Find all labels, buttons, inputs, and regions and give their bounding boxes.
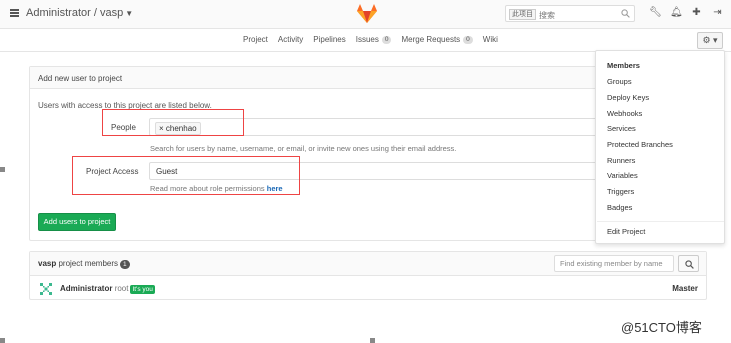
chevron-down-icon[interactable]: ▼ [125, 9, 133, 18]
breadcrumb[interactable]: Administrator / vasp ▼ [26, 7, 133, 19]
nav-issues-label[interactable]: Issues [356, 35, 379, 44]
member-full-name[interactable]: Administrator [60, 284, 112, 293]
project-members-panel: vasp project members 1 Find existing memb… [29, 251, 707, 300]
menu-item-groups[interactable]: Groups [607, 77, 632, 86]
menu-item-badges[interactable]: Badges [607, 203, 632, 212]
highlight-project-access [72, 156, 300, 195]
its-you-badge: It's you [130, 285, 155, 294]
resize-handle-bottom-left [0, 338, 5, 343]
top-navbar: Administrator / vasp ▼ 此项目 搜索 🔧︎ 🔔︎ ✚ ⇥ [0, 0, 731, 29]
resize-handle-left [0, 167, 5, 172]
find-member-input[interactable]: Find existing member by name [554, 255, 674, 272]
merge-requests-count-badge: 0 [463, 35, 473, 44]
menu-item-triggers[interactable]: Triggers [607, 187, 634, 196]
issues-count-badge: 0 [381, 35, 392, 44]
members-title: vasp project members 1 [38, 259, 130, 269]
member-role: Master [672, 284, 698, 293]
gear-icon[interactable]: ⚙ ▾ [702, 35, 717, 45]
menu-divider [597, 221, 724, 222]
menu-item-services[interactable]: Services [607, 124, 636, 133]
menu-item-runners[interactable]: Runners [607, 156, 635, 165]
hamburger-menu-icon[interactable] [10, 9, 19, 17]
members-count-badge: 1 [120, 260, 130, 269]
nav-merge-requests[interactable]: Merge Requests 0 [401, 35, 473, 44]
plus-icon[interactable]: ✚ [691, 7, 702, 19]
sign-out-icon[interactable]: ⇥ [712, 7, 723, 19]
nav-wiki[interactable]: Wiki [483, 35, 498, 44]
avatar[interactable] [40, 283, 52, 295]
nav-merge-requests-label[interactable]: Merge Requests [401, 35, 460, 44]
search-box[interactable]: 此项目 搜索 [505, 5, 635, 22]
nav-wiki-label[interactable]: Wiki [483, 35, 498, 44]
search-scope-chip[interactable]: 此项目 [509, 9, 536, 20]
menu-item-variables[interactable]: Variables [607, 171, 638, 180]
breadcrumb-text[interactable]: Administrator / vasp [26, 7, 123, 19]
settings-dropdown-button[interactable]: ⚙ ▾ [697, 32, 723, 49]
member-row: Administrator root It's you Master [38, 282, 700, 296]
member-username: root [114, 284, 129, 293]
nav-pipelines[interactable]: Pipelines [313, 35, 345, 44]
watermark: @51CTO博客 [621, 320, 702, 335]
people-help-text: Search for users by name, username, or e… [150, 144, 457, 153]
nav-activity-label[interactable]: Activity [278, 35, 303, 44]
menu-item-webhooks[interactable]: Webhooks [607, 109, 642, 118]
nav-project-label[interactable]: Project [243, 35, 268, 44]
search-icon [621, 9, 630, 18]
menu-item-deploy-keys[interactable]: Deploy Keys [607, 93, 649, 102]
members-title-suffix: project members [56, 259, 119, 268]
menu-item-members[interactable]: Members [607, 61, 640, 70]
member-name: Administrator root It's you [60, 284, 155, 294]
nav-issues[interactable]: Issues 0 [356, 35, 392, 44]
menu-item-protected-branches[interactable]: Protected Branches [607, 140, 673, 149]
project-subnav: Project Activity Pipelines Issues 0 Merge… [0, 29, 731, 52]
wrench-icon[interactable]: 🔧︎ [649, 7, 662, 19]
highlight-people [102, 109, 244, 136]
add-users-button[interactable]: Add users to project [38, 213, 116, 231]
search-placeholder: 搜索 [539, 11, 555, 20]
bell-icon[interactable]: 🔔︎ [670, 7, 683, 19]
settings-dropdown-menu: Members Groups Deploy Keys Webhooks Serv… [595, 50, 725, 244]
find-member-button[interactable] [678, 255, 699, 272]
nav-project[interactable]: Project [243, 35, 268, 44]
search-icon[interactable] [685, 260, 694, 269]
nav-activity[interactable]: Activity [278, 35, 303, 44]
resize-handle-bottom [370, 338, 375, 343]
members-project-name: vasp [38, 259, 57, 268]
menu-item-edit-project[interactable]: Edit Project [607, 227, 645, 236]
nav-pipelines-label[interactable]: Pipelines [313, 35, 345, 44]
gitlab-logo-icon[interactable] [356, 3, 378, 24]
